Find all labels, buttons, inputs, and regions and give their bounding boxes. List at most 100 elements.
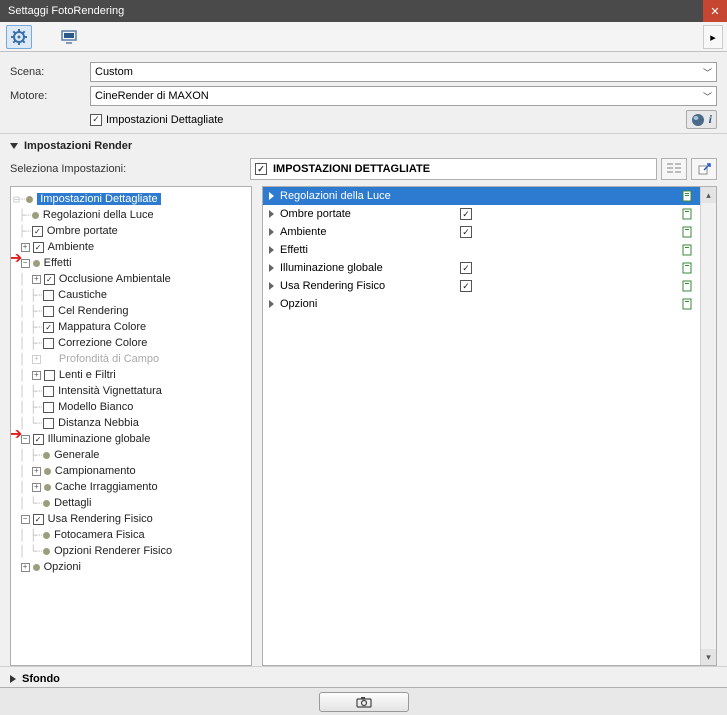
tree-item-vignettatura[interactable]: │ ├┈Intensità Vignettatura [13,383,249,399]
selector-label: Seleziona Impostazioni: [10,163,250,175]
window-title: Settaggi FotoRendering [8,5,124,17]
tree-item-mappatura[interactable]: │ ├┈Mappatura Colore [13,319,249,335]
sfondo-label: Sfondo [22,673,60,685]
detailed-settings-checkbox[interactable]: ✓ [90,114,102,126]
tree-item-fisico[interactable]: −Usa Rendering Fisico [13,511,249,527]
info-icon: i [709,112,712,127]
grid-view-button[interactable] [661,158,687,180]
page-icon [682,226,694,238]
detail-settings-header[interactable]: ✓ IMPOSTAZIONI DETTAGLIATE [250,158,657,180]
lenti-checkbox[interactable] [44,370,55,381]
gear-icon [11,29,27,45]
vignettatura-checkbox[interactable] [43,386,54,397]
motore-label: Motore: [10,90,90,102]
ambiente-checkbox[interactable] [33,242,44,253]
tree-item-caustiche[interactable]: │ ├┈Caustiche [13,287,249,303]
illuminazione-list-checkbox[interactable]: ✓ [460,262,472,274]
caustiche-checkbox[interactable] [43,290,54,301]
page-icon [682,244,694,256]
scena-select[interactable]: Custom ﹀ [90,62,717,82]
page-icon [682,280,694,292]
export-icon [697,162,711,176]
sphere-icon [691,113,705,127]
expand-icon [269,246,274,254]
chevron-down-icon [10,143,18,149]
list-item-illuminazione[interactable]: Illuminazione globale ✓ [263,259,700,277]
gear-tool-button[interactable] [6,25,32,49]
chevron-right-icon [10,675,16,683]
tree-item-generale[interactable]: │ ├┈Generale [13,447,249,463]
tree-item-nebbia[interactable]: │ └┈Distanza Nebbia [13,415,249,431]
toolbar: ▸ [0,22,727,52]
tree-root[interactable]: ⊟┈ Impostazioni Dettagliate [13,191,249,207]
tree-item-occlusione[interactable]: │ +Occlusione Ambientale [13,271,249,287]
detail-list-pane: Regolazioni della Luce Ombre portate ✓ A… [262,186,717,666]
motore-select[interactable]: CineRender di MAXON ﹀ [90,86,717,106]
monitor-tool-button[interactable] [56,25,82,49]
tree-item-illuminazione[interactable]: −Illuminazione globale [13,431,249,447]
scroll-up-button[interactable]: ▴ [701,187,716,203]
scroll-down-button[interactable]: ▾ [701,649,716,665]
preview-info-button[interactable]: i [686,110,717,129]
render-button[interactable] [319,692,409,712]
list-item-opzioni[interactable]: Opzioni [263,295,700,313]
cel-checkbox[interactable] [43,306,54,317]
bianco-checkbox[interactable] [43,402,54,413]
tree-item-campionamento[interactable]: │ +Campionamento [13,463,249,479]
scena-label: Scena: [10,66,90,78]
scrollbar[interactable]: ▴ ▾ [700,187,716,665]
tree-item-profondita: │ +Profondità di Campo [13,351,249,367]
list-item-fisico[interactable]: Usa Rendering Fisico ✓ [263,277,700,295]
tree-pane[interactable]: ➔ ➔ ⊟┈ Impostazioni Dettagliate ├┈Regola… [10,186,252,666]
page-icon [682,190,694,202]
page-icon [682,298,694,310]
mappatura-checkbox[interactable] [43,322,54,333]
expand-icon [269,282,274,290]
ombre-list-checkbox[interactable]: ✓ [460,208,472,220]
tree-item-opzioni[interactable]: +Opzioni [13,559,249,575]
fisico-list-checkbox[interactable]: ✓ [460,280,472,292]
ambiente-list-checkbox[interactable]: ✓ [460,226,472,238]
tree-item-opzioni-render[interactable]: │ └┈Opzioni Renderer Fisico [13,543,249,559]
tree-item-bianco[interactable]: │ ├┈Modello Bianco [13,399,249,415]
page-icon [682,262,694,274]
tree-item-lenti[interactable]: │ +Lenti e Filtri [13,367,249,383]
tree-item-regolazioni[interactable]: ├┈Regolazioni della Luce [13,207,249,223]
camera-icon [356,696,372,708]
toolbar-expand-button[interactable]: ▸ [703,25,723,49]
correzione-checkbox[interactable] [43,338,54,349]
bottom-bar [0,687,727,715]
list-item-ombre[interactable]: Ombre portate ✓ [263,205,700,223]
detailed-settings-label: Impostazioni Dettagliate [106,114,223,126]
tree-item-fotocamera[interactable]: │ ├┈Fotocamera Fisica [13,527,249,543]
ombre-checkbox[interactable] [32,226,43,237]
tree-item-ombre[interactable]: ├┈Ombre portate [13,223,249,239]
scena-value: Custom [95,66,133,78]
chevron-down-icon: ﹀ [703,90,712,103]
selector-row: Seleziona Impostazioni: ✓ IMPOSTAZIONI D… [0,156,727,186]
list-item-effetti[interactable]: Effetti [263,241,700,259]
tree-item-cel[interactable]: │ ├┈Cel Rendering [13,303,249,319]
list-item-ambiente[interactable]: Ambiente ✓ [263,223,700,241]
detail-header-checkbox[interactable]: ✓ [255,163,267,175]
form-area: Scena: Custom ﹀ Motore: CineRender di MA… [0,52,727,134]
tree-item-effetti[interactable]: −Effetti [13,255,249,271]
chevron-down-icon: ﹀ [703,66,712,79]
tree-item-cache[interactable]: │ +Cache Irraggiamento [13,479,249,495]
nebbia-checkbox[interactable] [43,418,54,429]
fisico-checkbox[interactable] [33,514,44,525]
export-button[interactable] [691,158,717,180]
page-icon [682,208,694,220]
tree-item-correzione[interactable]: │ ├┈Correzione Colore [13,335,249,351]
tree-item-ambiente[interactable]: +Ambiente [13,239,249,255]
tree-item-dettagli[interactable]: │ └┈Dettagli [13,495,249,511]
expand-icon [269,300,274,308]
grid-icon [667,163,681,175]
list-item-regolazioni[interactable]: Regolazioni della Luce [263,187,700,205]
monitor-icon [61,30,77,44]
close-button[interactable]: ✕ [703,0,727,22]
illuminazione-checkbox[interactable] [33,434,44,445]
expand-icon [269,210,274,218]
render-settings-header[interactable]: Impostazioni Render [0,134,727,156]
occlusione-checkbox[interactable] [44,274,55,285]
